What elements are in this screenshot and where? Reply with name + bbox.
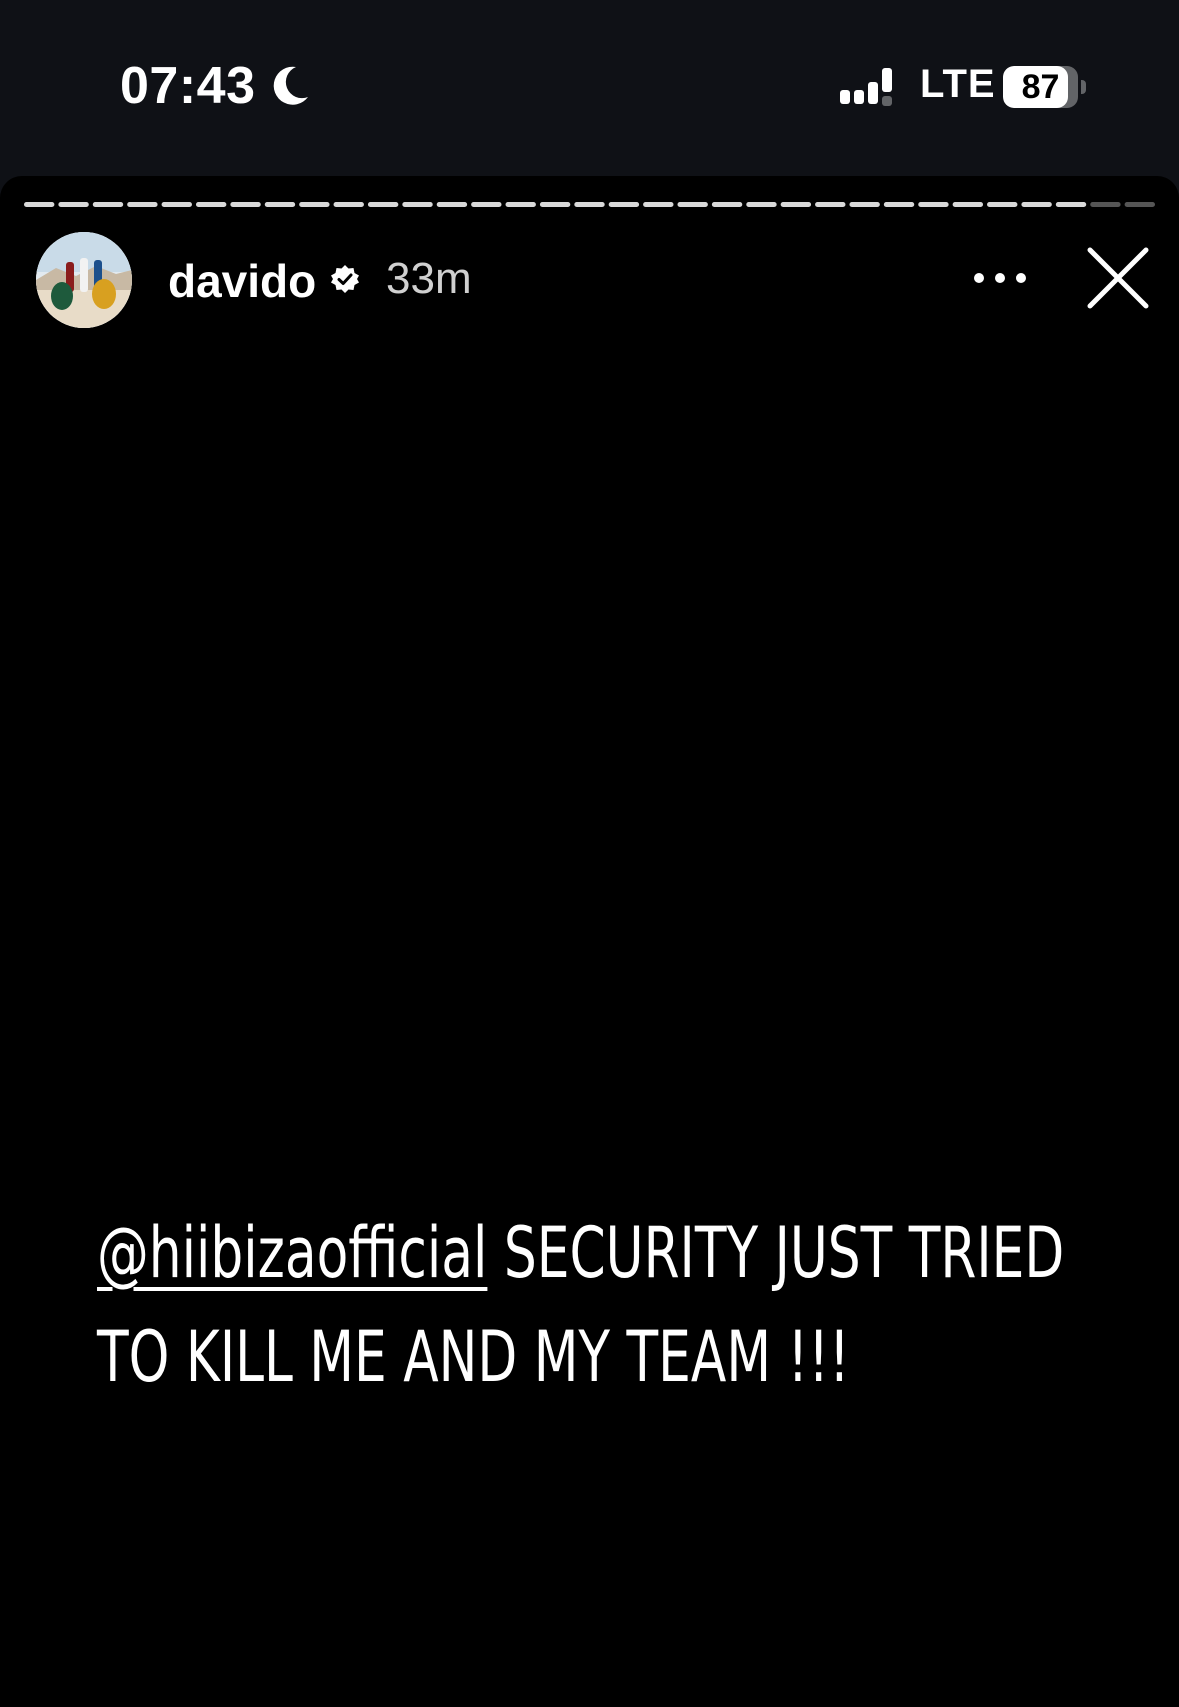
progress-segment <box>402 202 433 207</box>
more-options-icon[interactable] <box>966 268 1034 288</box>
progress-segment <box>918 202 949 207</box>
avatar-image <box>36 232 132 328</box>
story-caption: @hiibizaofficial SECURITY JUST TRIED TO … <box>97 1201 1064 1409</box>
progress-segment <box>643 202 674 207</box>
battery-cap <box>1081 80 1086 94</box>
profile-avatar[interactable] <box>36 232 132 328</box>
story-time-ago: 33m <box>386 254 472 303</box>
caption-line-1-text: SECURITY JUST TRIED <box>487 1212 1065 1294</box>
progress-segment <box>815 202 846 207</box>
signal-bars-icon <box>840 68 892 106</box>
progress-segment <box>711 202 743 207</box>
progress-segment <box>1021 202 1052 207</box>
progress-segment <box>677 202 708 207</box>
progress-segment <box>1124 202 1155 207</box>
progress-segment <box>367 202 399 207</box>
close-icon[interactable] <box>1086 246 1150 310</box>
caption-line-1: @hiibizaofficial SECURITY JUST TRIED <box>97 1201 1064 1305</box>
status-time: 07:43 <box>120 57 256 115</box>
progress-segment <box>264 202 296 207</box>
verified-badge-icon <box>331 265 359 293</box>
progress-segment <box>780 202 812 207</box>
mention-link[interactable]: @hiibizaofficial <box>97 1212 487 1294</box>
progress-segment <box>883 202 915 207</box>
progress-segment <box>195 202 227 207</box>
story-viewer[interactable]: davido 33m @hiibizaofficial SECURITY JUS… <box>0 176 1179 1707</box>
progress-segment <box>746 202 777 207</box>
progress-segment <box>230 202 261 207</box>
caption-line-2: TO KILL ME AND MY TEAM !!! <box>97 1316 850 1398</box>
progress-segment <box>299 202 330 207</box>
moon-icon <box>273 66 308 105</box>
network-type: LTE <box>920 62 996 106</box>
progress-segment <box>952 202 984 207</box>
battery-indicator: 87 <box>1003 66 1078 108</box>
story-progress-bar <box>24 202 1155 207</box>
progress-segment <box>608 202 640 207</box>
progress-segment <box>505 202 536 207</box>
progress-segment <box>436 202 468 207</box>
progress-segment <box>987 202 1018 207</box>
story-username[interactable]: davido <box>168 254 316 308</box>
progress-segment <box>1055 202 1087 207</box>
battery-level: 87 <box>1021 68 1060 106</box>
progress-segment <box>333 202 364 207</box>
progress-segment <box>24 202 55 207</box>
progress-segment <box>1090 202 1121 207</box>
progress-segment <box>849 202 880 207</box>
progress-segment <box>539 202 571 207</box>
progress-segment <box>92 202 124 207</box>
progress-segment <box>161 202 192 207</box>
progress-segment <box>58 202 89 207</box>
progress-segment <box>574 202 605 207</box>
progress-segment <box>471 202 502 207</box>
progress-segment <box>127 202 158 207</box>
status-bar: 07:43 LTE 87 <box>0 0 1179 176</box>
